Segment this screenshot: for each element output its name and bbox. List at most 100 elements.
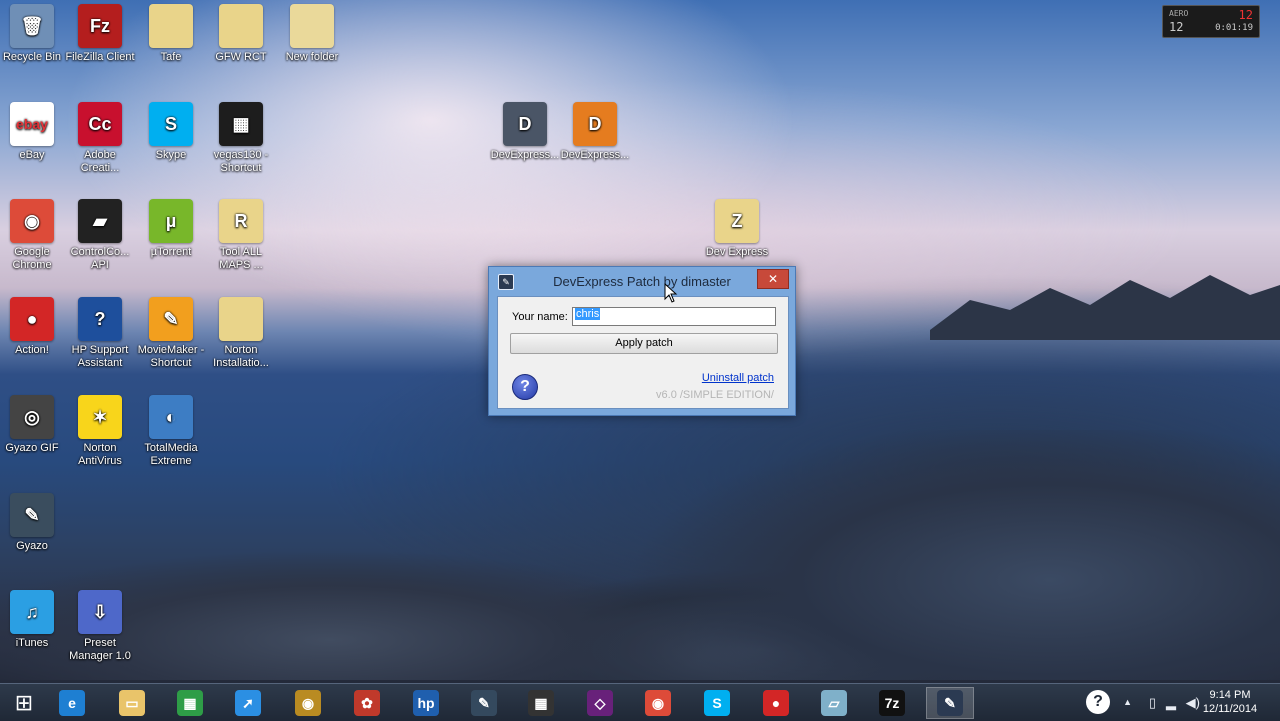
devexpress-patch-icon: ✎ bbox=[937, 690, 963, 716]
apply-patch-button[interactable]: Apply patch bbox=[510, 333, 778, 354]
desktop-icon[interactable]: S Skype bbox=[135, 102, 207, 162]
desktop-icon-image: ◐ bbox=[149, 395, 193, 439]
desktop-icon-image: 🗑 bbox=[10, 4, 54, 48]
desktop-icon-image: ▰ bbox=[78, 199, 122, 243]
visual-studio-icon: ◇ bbox=[587, 690, 613, 716]
mouse-cursor-icon bbox=[664, 283, 678, 303]
skype-icon: S bbox=[704, 690, 730, 716]
desktop-icon[interactable]: ♫ iTunes bbox=[0, 590, 68, 650]
desktop-icon-image: ▦ bbox=[219, 102, 263, 146]
desktop-icon-image: ♫ bbox=[10, 590, 54, 634]
desktop-icon-label: DevExpress... bbox=[490, 149, 560, 161]
desktop-icon[interactable]: ▦ vegas130 - Shortcut bbox=[205, 102, 277, 175]
desktop-icon[interactable]: Tafe bbox=[135, 4, 207, 64]
desktop-icon-label: µTorrent bbox=[150, 246, 192, 258]
desktop-icon-image bbox=[149, 4, 193, 48]
desktop-icon-image: Z bbox=[715, 199, 759, 243]
internet-explorer-icon: e bbox=[59, 690, 85, 716]
desktop-icon[interactable]: 🗑 Recycle Bin bbox=[0, 4, 68, 64]
desktop-icon-label: FileZilla Client bbox=[65, 51, 135, 63]
desktop-icon-label: HP Support Assistant bbox=[71, 344, 129, 369]
taskbar-internet-explorer[interactable]: e bbox=[48, 687, 96, 719]
taskbar-start[interactable]: ⊞ bbox=[0, 687, 48, 719]
desktop-icon-image: Cc bbox=[78, 102, 122, 146]
start-icon: ⊞ bbox=[14, 690, 34, 715]
network-icon[interactable]: ▂ bbox=[1166, 695, 1176, 711]
name-input-value: chris bbox=[575, 308, 601, 320]
help-icon[interactable]: ? bbox=[512, 374, 538, 400]
desktop-icon-image: Fz bbox=[78, 4, 122, 48]
close-button[interactable]: ✕ bbox=[757, 269, 789, 289]
taskbar-media-player[interactable]: ◉ bbox=[284, 687, 332, 719]
desktop-icon-image: ◉ bbox=[10, 199, 54, 243]
desktop-icon[interactable]: D DevExpress... bbox=[559, 102, 631, 162]
desktop-icon-image bbox=[219, 4, 263, 48]
taskbar-action[interactable]: ● bbox=[752, 687, 800, 719]
photo-app-icon: ✿ bbox=[354, 690, 380, 716]
show-hidden-icons-arrow-icon[interactable]: ▲ bbox=[1123, 697, 1132, 707]
desktop-icon-label: New folder bbox=[285, 51, 339, 63]
taskbar-file-explorer[interactable]: ▭ bbox=[108, 687, 156, 719]
desktop-icon[interactable]: ✶ Norton AntiVirus bbox=[64, 395, 136, 468]
desktop-icon[interactable]: ✎ Gyazo bbox=[0, 493, 68, 553]
desktop-icon[interactable]: Cc Adobe Creati... bbox=[64, 102, 136, 175]
desktop-icon[interactable]: New folder bbox=[276, 4, 348, 64]
desktop-icon-image: D bbox=[503, 102, 547, 146]
taskbar: ⊞ e ▭ ▦ ➚ ◉ ✿ hp ✎ ▦ ◇ ◉ S ● ▱ 7z ✎ ? ▲ ▯ ▂ ◀) 9:14 PM 1… bbox=[0, 683, 1280, 721]
taskbar-store[interactable]: ▦ bbox=[166, 687, 214, 719]
desktop-icon-label: DevExpress... bbox=[560, 149, 630, 161]
taskbar-app-rocket[interactable]: ➚ bbox=[224, 687, 272, 719]
desktop-icon[interactable]: ? HP Support Assistant bbox=[64, 297, 136, 370]
clock-left-value: 12 bbox=[1169, 20, 1184, 34]
desktop-icon[interactable]: ◐ TotalMedia Extreme bbox=[135, 395, 207, 468]
help-tray-icon[interactable]: ? bbox=[1086, 690, 1110, 714]
desktop-icon[interactable]: ◎ Gyazo GIF bbox=[0, 395, 68, 455]
clock-label: AERO bbox=[1169, 9, 1189, 18]
desktop-icon-image: R bbox=[219, 199, 263, 243]
taskbar-photo-app[interactable]: ✿ bbox=[343, 687, 391, 719]
taskbar-visual-studio[interactable]: ◇ bbox=[576, 687, 624, 719]
desktop-icon[interactable]: GFW RCT bbox=[205, 4, 277, 64]
desktop-icon-label: Preset Manager 1.0 bbox=[69, 637, 131, 662]
desktop-icon-label: MovieMaker - Shortcut bbox=[137, 344, 205, 369]
desktop-icon-label: Norton Installatio... bbox=[213, 344, 269, 369]
desktop-icon[interactable]: D DevExpress... bbox=[489, 102, 561, 162]
desktop-icon-label: Tafe bbox=[160, 51, 182, 63]
taskbar-notepad[interactable]: ▱ bbox=[810, 687, 858, 719]
desktop-icon[interactable]: ebay eBay bbox=[0, 102, 68, 162]
desktop-icon-label: Dev Express bbox=[705, 246, 769, 258]
taskbar-skype[interactable]: S bbox=[693, 687, 741, 719]
desktop-icon-label: Google Chrome bbox=[12, 246, 52, 271]
media-player-icon: ◉ bbox=[295, 690, 321, 716]
desktop-icon-image: D bbox=[573, 102, 617, 146]
desktop-icon[interactable]: ◉ Google Chrome bbox=[0, 199, 68, 272]
name-input[interactable]: chris bbox=[572, 307, 776, 326]
volume-icon[interactable]: ◀) bbox=[1186, 695, 1200, 711]
desktop-icon[interactable]: ● Action! bbox=[0, 297, 68, 357]
uninstall-patch-link[interactable]: Uninstall patch bbox=[702, 372, 774, 384]
battery-icon[interactable]: ▯ bbox=[1149, 695, 1156, 711]
store-icon: ▦ bbox=[177, 690, 203, 716]
desktop-icon-label: Recycle Bin bbox=[2, 51, 62, 63]
desktop-icon[interactable]: ✎ MovieMaker - Shortcut bbox=[135, 297, 207, 370]
dialog-titlebar[interactable]: ✎ DevExpress Patch by dimaster ✕ bbox=[489, 267, 795, 295]
vegas-icon: ▦ bbox=[528, 690, 554, 716]
desktop-icon[interactable]: Z Dev Express bbox=[701, 199, 773, 259]
taskbar-7zip[interactable]: 7z bbox=[868, 687, 916, 719]
tray-time: 9:14 PM bbox=[1209, 689, 1251, 701]
gyazo-icon: ✎ bbox=[471, 690, 497, 716]
taskbar-hp[interactable]: hp bbox=[402, 687, 450, 719]
desktop-icon[interactable]: ▰ ControlCo... API bbox=[64, 199, 136, 272]
desktop-icon[interactable]: Fz FileZilla Client bbox=[64, 4, 136, 64]
tray-clock[interactable]: 9:14 PM 12/11/2014 bbox=[1200, 688, 1260, 716]
taskbar-devexpress-patch[interactable]: ✎ bbox=[926, 687, 974, 719]
taskbar-chrome[interactable]: ◉ bbox=[634, 687, 682, 719]
desktop-icon-label: Gyazo bbox=[16, 540, 48, 552]
desktop-icon-label: Skype bbox=[155, 149, 187, 161]
desktop-icon[interactable]: ⇩ Preset Manager 1.0 bbox=[64, 590, 136, 663]
taskbar-gyazo[interactable]: ✎ bbox=[460, 687, 508, 719]
desktop-icon[interactable]: µ µTorrent bbox=[135, 199, 207, 259]
desktop-icon[interactable]: R Tool ALL MAPS ... bbox=[205, 199, 277, 272]
desktop-icon[interactable]: Norton Installatio... bbox=[205, 297, 277, 370]
taskbar-vegas[interactable]: ▦ bbox=[517, 687, 565, 719]
